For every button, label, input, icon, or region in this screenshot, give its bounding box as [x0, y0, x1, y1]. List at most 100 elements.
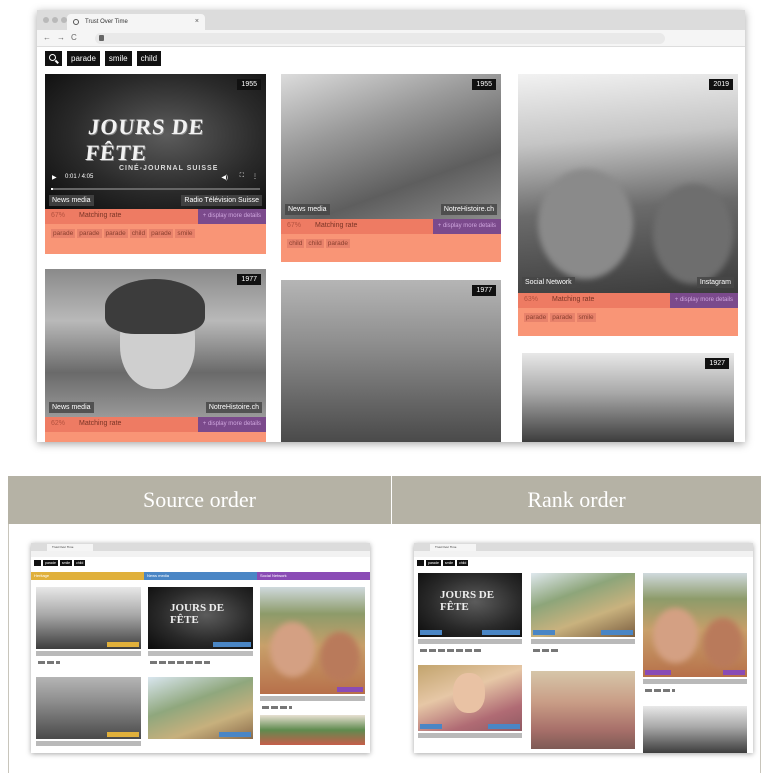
keyword-tag[interactable]: child — [129, 229, 148, 238]
search-tag-child[interactable]: child — [136, 51, 162, 66]
keyword-tag[interactable]: parade — [103, 229, 128, 238]
display-more-details-button[interactable]: + display more details — [432, 219, 501, 234]
match-panel: 67% Matching rate + display more details… — [45, 209, 266, 254]
photo-parade-1955: 1955 News media NotreHistoire.ch — [281, 74, 501, 219]
tab-close-icon[interactable]: × — [195, 14, 199, 30]
keyword-tag[interactable]: parade — [325, 239, 350, 248]
blurred-face — [538, 169, 633, 279]
result-card-instagram-2019[interactable]: 2019 Social Network Instagram 63% Matchi… — [518, 74, 738, 336]
play-icon[interactable]: ▶ — [52, 174, 57, 181]
rank-order-screenshot: Trust Over Time parade smile child JOURS… — [414, 543, 753, 753]
match-percent: 62% — [51, 420, 66, 427]
keyword-tag[interactable]: parade — [77, 229, 102, 238]
source-order-screenshot: Trust Over Time parade smile child Herit… — [31, 543, 370, 753]
source-order-heading: Source order — [8, 476, 391, 524]
keyword-tag[interactable]: parade — [149, 229, 174, 238]
year-badge: 1977 — [472, 285, 496, 296]
mini-photo — [643, 573, 747, 677]
url-input[interactable] — [95, 33, 665, 44]
mini-photo — [260, 587, 365, 694]
matching-rate-bar: 62% Matching rate + display more details — [45, 417, 266, 432]
match-label: Matching rate — [79, 420, 122, 427]
mini-search-tag: child — [74, 560, 86, 566]
keyword-tags: parade parade smile — [524, 313, 596, 322]
blurred-face — [653, 184, 733, 284]
back-button[interactable]: ← — [43, 33, 51, 43]
browser-tab[interactable]: Trust Over Time × — [67, 14, 205, 30]
video-progress[interactable] — [51, 188, 260, 190]
mini-search-tag: parade — [426, 560, 441, 566]
source-type-label: News media — [285, 204, 330, 215]
rank-order-heading: Rank order — [392, 476, 761, 524]
display-more-details-button[interactable]: + display more details — [669, 293, 738, 308]
search-tag-parade[interactable]: parade — [67, 51, 100, 66]
mini-search-icon — [417, 560, 424, 566]
keyword-tag[interactable]: parade — [51, 229, 76, 238]
search-button[interactable] — [45, 51, 62, 66]
mini-photo — [643, 706, 747, 753]
source-name-label: Radio Télévision Suisse — [181, 195, 262, 206]
photo-crowd-2019: 2019 Social Network Instagram — [518, 74, 738, 293]
keyword-tag[interactable]: parade — [550, 313, 575, 322]
mini-photo — [531, 573, 635, 637]
matching-rate-bar: 67% Matching rate + display more details — [45, 209, 266, 224]
mini-video: JOURS DE FÊTE — [418, 573, 522, 637]
forward-button[interactable]: → — [57, 33, 65, 43]
keyword-tag[interactable]: parade — [524, 313, 549, 322]
result-card-video[interactable]: JOURS DE FÊTE CINÉ-JOURNAL SUISSE ▶ 0:01… — [45, 74, 266, 254]
mini-search-tag: child — [457, 560, 469, 566]
keyword-tags: parade parade parade child parade smile — [51, 229, 195, 238]
close-window-dot[interactable] — [43, 17, 49, 23]
mini-photo — [36, 587, 141, 649]
display-more-details-button[interactable]: + display more details — [197, 417, 266, 432]
mini-photo — [418, 665, 522, 731]
mini-photo — [260, 715, 365, 745]
mini-search-tag: smile — [59, 560, 73, 566]
video-player[interactable]: JOURS DE FÊTE CINÉ-JOURNAL SUISSE ▶ 0:01… — [45, 74, 266, 209]
result-card-crowd-1927[interactable]: 1927 — [522, 353, 734, 442]
source-name-label: NotreHistoire.ch — [205, 402, 262, 413]
year-badge: 2019 — [709, 79, 733, 90]
globe-icon — [73, 19, 79, 25]
mini-search-tag: parade — [43, 560, 58, 566]
keyword-tag[interactable]: child — [306, 239, 324, 248]
column-social-network: Social Network — [257, 572, 370, 580]
match-panel: 62% Matching rate + display more details — [45, 417, 266, 442]
year-badge: 1927 — [705, 358, 729, 369]
keyword-tags: child child parade — [287, 239, 350, 248]
keyword-tag[interactable]: smile — [175, 229, 195, 238]
match-label: Matching rate — [315, 222, 358, 229]
player-time: 0:01 / 4:05 — [65, 174, 94, 180]
match-label: Matching rate — [79, 212, 122, 219]
tab-title: Trust Over Time — [85, 19, 128, 25]
mini-photo — [36, 677, 141, 739]
photo-girl-1977: 1977 News media NotreHistoire.ch — [45, 269, 266, 417]
source-name-label: Instagram — [696, 277, 734, 288]
match-percent: 67% — [287, 222, 302, 229]
result-card-children-1977[interactable]: 1977 — [281, 280, 501, 442]
result-card-parade-1955[interactable]: 1955 News media NotreHistoire.ch 67% Mat… — [281, 74, 501, 262]
more-options-icon[interactable]: ⋮ — [252, 173, 258, 180]
keyword-tag[interactable]: smile — [576, 313, 596, 322]
result-card-girl-1977[interactable]: 1977 News media NotreHistoire.ch 62% Mat… — [45, 269, 266, 442]
minimize-window-dot[interactable] — [52, 17, 58, 23]
address-bar-row: ← → C — [37, 30, 745, 47]
matching-rate-bar: 67% Matching rate + display more details — [281, 219, 501, 234]
display-more-details-button[interactable]: + display more details — [197, 209, 266, 224]
source-type-label: News media — [49, 195, 94, 206]
film-title: JOURS DE FÊTE — [84, 114, 206, 165]
year-badge: 1955 — [472, 79, 496, 90]
browser-window: Trust Over Time × ← → C parade smile chi… — [37, 10, 745, 442]
mini-photo — [148, 677, 253, 739]
mini-video: JOURS DE FÊTE — [148, 587, 253, 649]
match-label: Matching rate — [552, 296, 595, 303]
search-tag-smile[interactable]: smile — [104, 51, 132, 66]
keyword-tag[interactable]: child — [287, 239, 305, 248]
reload-button[interactable]: C — [71, 33, 77, 43]
column-news-media: News media — [144, 572, 257, 580]
mini-search-tag: smile — [442, 560, 456, 566]
fullscreen-icon[interactable]: ⛶ — [240, 173, 244, 180]
volume-icon[interactable]: ◀) — [221, 174, 228, 181]
year-badge: 1955 — [237, 79, 261, 90]
match-panel: 67% Matching rate + display more details… — [281, 219, 501, 262]
